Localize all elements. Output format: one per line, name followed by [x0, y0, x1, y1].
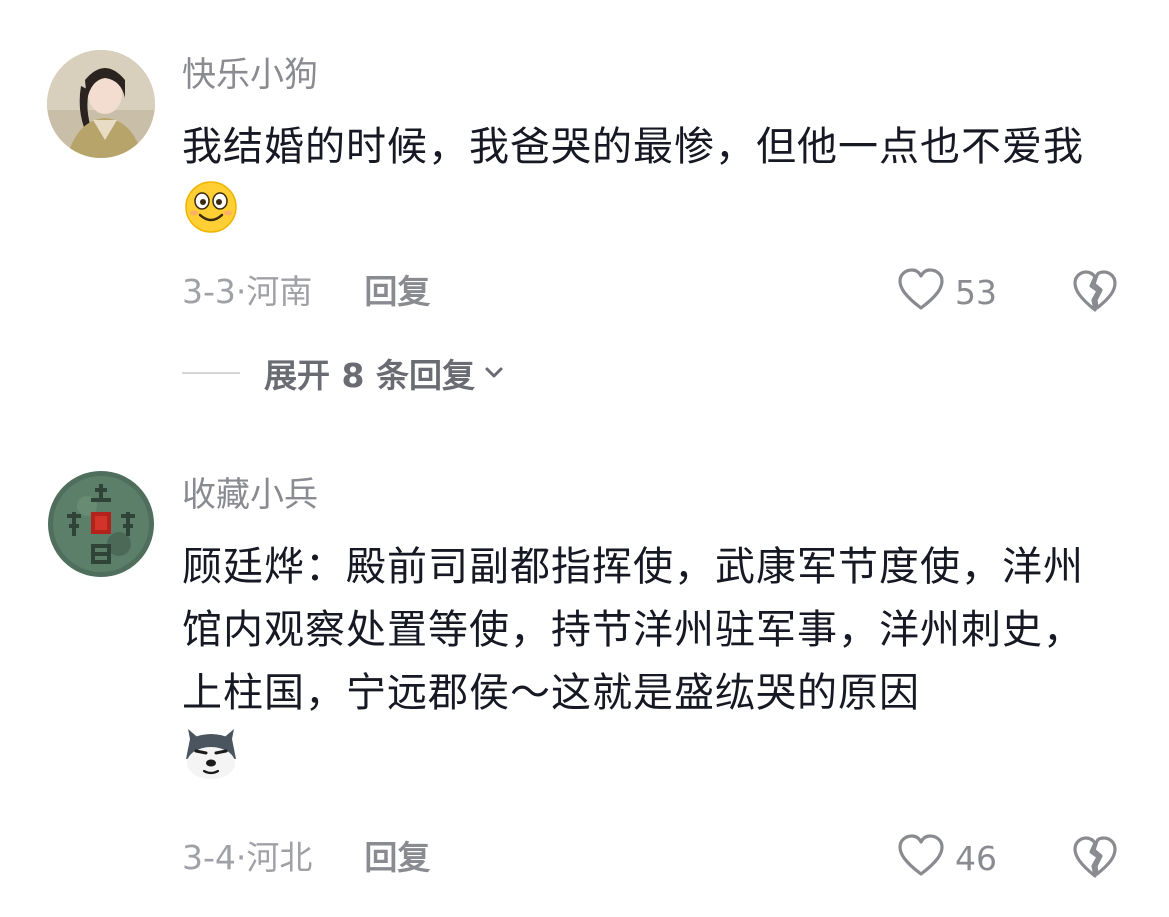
- comment-location: 河北: [246, 838, 313, 877]
- like-button[interactable]: 53: [897, 268, 997, 316]
- avatar[interactable]: [47, 50, 155, 158]
- comment-location: 河南: [246, 272, 313, 311]
- dislike-button[interactable]: [1072, 270, 1118, 314]
- husky-emoji-icon: [182, 725, 240, 800]
- expand-replies-label: 展开 8 条回复: [264, 356, 475, 395]
- smile-emoji-icon: [182, 179, 240, 252]
- comment-date: 3-4: [182, 838, 236, 877]
- comment-item: 收藏小兵 顾廷烨：殿前司副都指挥使，武康军节度使，洋州馆内观察处置等使，持节洋州…: [0, 450, 1169, 917]
- dislike-button[interactable]: [1072, 836, 1118, 880]
- comment-text: 我结婚的时候，我爸哭的最惨，但他一点也不爱我: [182, 116, 1112, 252]
- comment-username[interactable]: 收藏小兵: [182, 475, 318, 515]
- chevron-down-icon: [481, 360, 507, 386]
- comment-text-body: 顾廷烨：殿前司副都指挥使，武康军节度使，洋州馆内观察处置等使，持节洋州驻军事，洋…: [182, 544, 1084, 716]
- comment-date: 3-3: [182, 272, 236, 311]
- like-count: 53: [955, 272, 997, 312]
- comment-text-body: 我结婚的时候，我爸哭的最惨，但他一点也不爱我: [182, 124, 1084, 170]
- like-count: 46: [955, 838, 997, 878]
- reply-button[interactable]: 回复: [364, 836, 430, 880]
- comment-text: 顾廷烨：殿前司副都指挥使，武康军节度使，洋州馆内观察处置等使，持节洋州驻军事，洋…: [182, 536, 1112, 800]
- divider-line: [182, 372, 240, 374]
- heart-icon: [897, 268, 945, 316]
- avatar[interactable]: [47, 470, 155, 578]
- heart-icon: [897, 834, 945, 882]
- broken-heart-icon: [1072, 836, 1118, 884]
- meta-separator: ·: [235, 838, 247, 877]
- like-button[interactable]: 46: [897, 834, 997, 882]
- comment-item: 快乐小狗 我结婚的时候，我爸哭的最惨，但他一点也不爱我 3-3·河南 回复: [0, 0, 1169, 430]
- expand-replies-button[interactable]: 展开 8 条回复: [182, 350, 507, 396]
- comment-meta: 3-4 · 河北 回复: [182, 836, 430, 880]
- meta-separator: ·: [235, 272, 247, 311]
- reply-button[interactable]: 回复: [364, 270, 430, 314]
- broken-heart-icon: [1072, 270, 1118, 318]
- comment-username[interactable]: 快乐小狗: [182, 55, 318, 95]
- comment-meta: 3-3 · 河南 回复: [182, 270, 430, 314]
